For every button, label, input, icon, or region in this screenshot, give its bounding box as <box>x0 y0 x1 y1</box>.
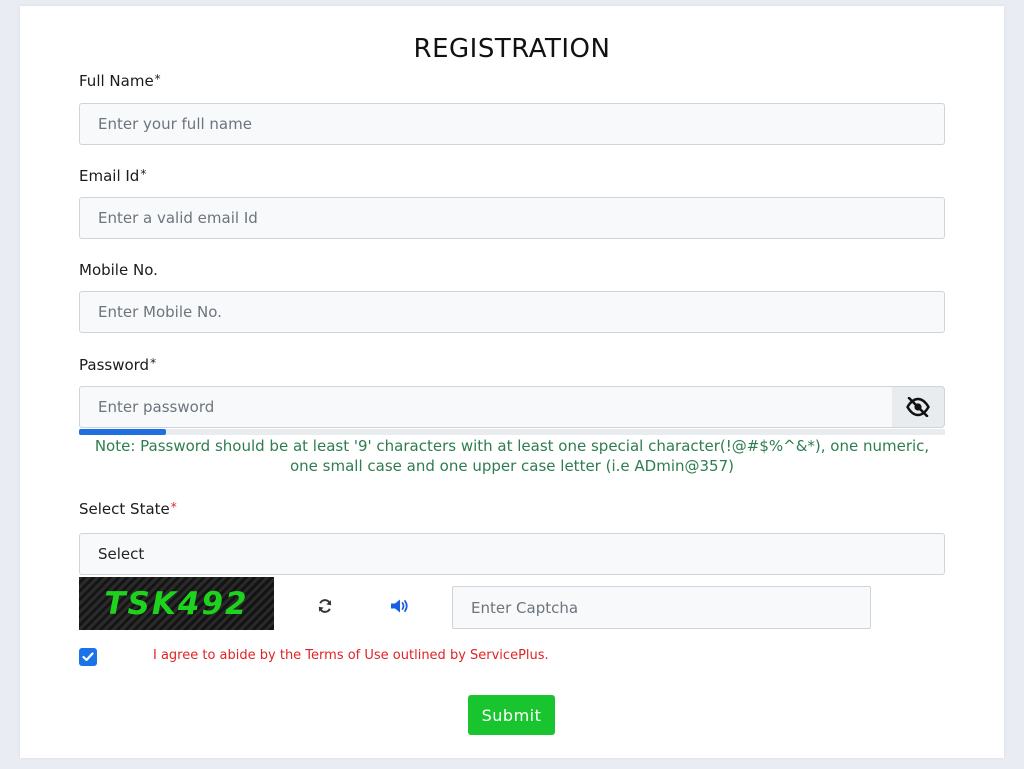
state-label: Select State* <box>79 500 177 518</box>
captcha-code: TSK492 <box>104 585 249 622</box>
state-select[interactable]: Select <box>79 533 945 575</box>
captcha-input[interactable] <box>452 586 871 629</box>
refresh-icon <box>318 599 332 613</box>
email-label: Email Id* <box>79 167 146 185</box>
terms-text: I agree to abide by the Terms of Use out… <box>153 648 549 663</box>
required-mark: * <box>150 356 157 370</box>
password-label: Password* <box>79 356 156 374</box>
required-mark: * <box>170 500 177 514</box>
check-icon <box>82 652 94 662</box>
password-strength-fill <box>79 429 166 435</box>
required-mark: * <box>154 72 161 86</box>
submit-button[interactable]: Submit <box>468 695 555 735</box>
mobile-label: Mobile No. <box>79 261 158 279</box>
password-input[interactable] <box>79 386 893 428</box>
captcha-audio-button[interactable] <box>390 596 410 616</box>
state-label-text: Select State <box>79 500 170 518</box>
page-title: REGISTRATION <box>413 34 611 64</box>
captcha-refresh-button[interactable] <box>315 596 335 616</box>
required-mark: * <box>140 167 147 181</box>
full-name-label-text: Full Name <box>79 72 154 90</box>
full-name-label: Full Name* <box>79 72 161 90</box>
mobile-input[interactable] <box>79 291 945 333</box>
email-label-text: Email Id <box>79 167 140 185</box>
captcha-image: TSK492 <box>79 577 274 630</box>
email-input[interactable] <box>79 197 945 239</box>
password-label-text: Password <box>79 356 150 374</box>
full-name-input[interactable] <box>79 103 945 145</box>
eye-slash-icon <box>906 397 930 417</box>
password-visibility-toggle[interactable] <box>892 386 945 428</box>
registration-card: REGISTRATION Full Name* Email Id* Mobile… <box>20 6 1004 758</box>
speaker-icon <box>391 599 408 613</box>
terms-checkbox[interactable] <box>79 648 97 666</box>
state-select-value: Select <box>98 545 145 563</box>
password-strength-bar <box>79 429 945 435</box>
password-note: Note: Password should be at least '9' ch… <box>94 437 930 475</box>
